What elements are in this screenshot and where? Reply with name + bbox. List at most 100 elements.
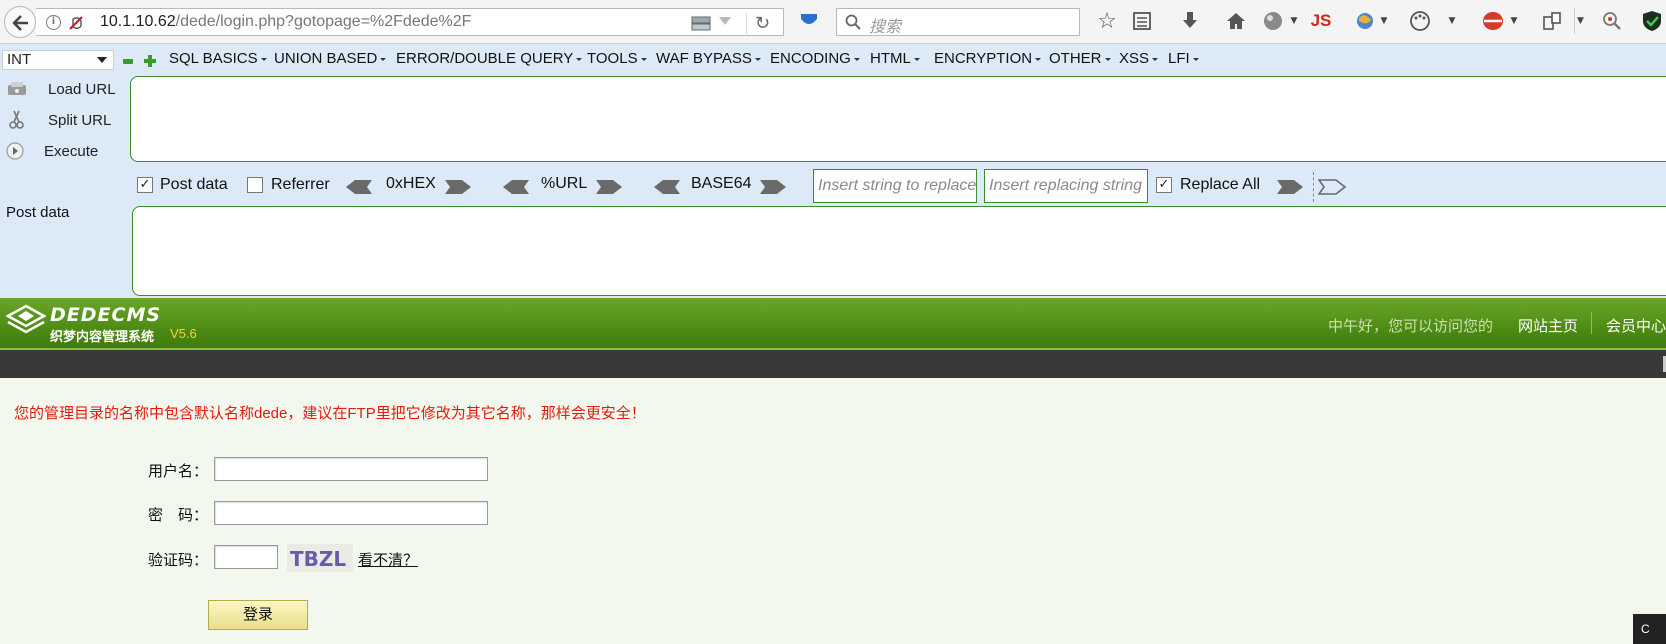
load-url-label: Load URL [48,80,116,98]
username-input[interactable] [214,457,488,481]
menu-html[interactable]: HTML [870,50,920,67]
back-arrow-icon [12,15,28,31]
menu-encoding[interactable]: ENCODING [770,50,860,67]
back-button[interactable] [4,6,36,38]
password-input[interactable] [214,501,488,525]
password-label: 密 码： [148,507,209,524]
search-bar[interactable]: 搜索 [836,8,1080,36]
login-button[interactable]: 登录 [208,600,308,630]
dede-header: DEDECMS 织梦内容管理系统 V5.6 中午好，您可以访问您的 网站主页 会… [0,298,1666,348]
captcha-input[interactable] [214,545,278,569]
hackbar-toggle-icon[interactable] [1478,8,1508,34]
devices-dropdown-icon[interactable]: ▼ [1574,8,1586,34]
menu-encryption[interactable]: ENCRYPTION [934,50,1041,67]
hex-encode-arrow-icon[interactable] [444,179,472,195]
inspector-icon[interactable] [1600,8,1624,34]
browser-toolbar: i 10.1.10.62/dede/login.php?gotopage=%2F… [0,0,1666,44]
username-label: 用户名： [148,463,209,480]
menu-error-double-query[interactable]: ERROR/DOUBLE QUERY [396,50,582,67]
decrease-icon[interactable] [123,59,133,64]
captcha-refresh-link[interactable]: 看不清？ [358,549,418,570]
flag-addon-icon[interactable] [1352,8,1378,34]
pocket-icon[interactable] [800,13,818,27]
url-label: %URL [541,175,588,192]
replace-all-label: Replace All [1180,176,1261,193]
replace-next-arrow-icon[interactable] [1318,179,1346,195]
globe-addon-dropdown-icon[interactable]: ▼ [1288,8,1300,34]
menu-tools[interactable]: TOOLS [587,50,647,67]
options-row: ✓ Post data Referrer 0xHEX %URL BASE64 I… [0,166,1666,206]
chevron-down-icon [97,57,107,63]
menu-sql-basics[interactable]: SQL BASICS [169,50,267,67]
member-center-link[interactable]: 会员中心 [1606,315,1666,336]
captcha-image[interactable]: TBZL [287,544,353,572]
captcha-label: 验证码： [148,552,209,569]
hackbar-dropdown-icon[interactable]: ▼ [1508,8,1520,34]
dropdown-history-icon[interactable] [719,17,731,25]
split-url-button[interactable]: Split URL [6,108,111,132]
shield-icon[interactable] [1640,8,1664,34]
flag-addon-dropdown-icon[interactable]: ▼ [1378,8,1390,34]
url-host: 10.1.10.62 [100,13,176,30]
menu-other[interactable]: OTHER [1049,50,1111,67]
dedecms-logo-icon [6,304,46,334]
load-url-button[interactable]: Load URL [6,77,116,101]
replacing-string-input[interactable]: Insert replacing string [984,169,1148,203]
taskbar-tag: C [1633,614,1666,644]
reload-icon[interactable]: ↻ [746,13,770,34]
replace-string-input[interactable]: Insert string to replace [813,169,977,203]
replace-all-checkbox[interactable]: ✓ [1156,177,1172,193]
url-text[interactable]: 10.1.10.62/dede/login.php?gotopage=%2Fde… [100,13,471,31]
url-encode-arrow-icon[interactable] [595,179,623,195]
hex-decode-arrow-icon[interactable] [345,179,373,195]
split-url-label: Split URL [48,111,112,129]
referrer-checkbox-label: Referrer [271,176,330,193]
dedecms-logo-subtitle: 织梦内容管理系统 [50,329,155,344]
load-url-icon [8,82,26,95]
search-icon [845,14,861,30]
url-path: /dede/login.php?gotopage=%2Fdede%2F [175,13,472,30]
menu-lfi[interactable]: LFI [1168,50,1199,67]
base64-decode-arrow-icon[interactable] [653,179,681,195]
replace-go-arrow-icon[interactable] [1276,179,1304,195]
menu-xss[interactable]: XSS [1119,50,1158,67]
base64-encode-arrow-icon[interactable] [759,179,787,195]
dede-nav-bar [0,348,1666,378]
post-data-checkbox[interactable]: ✓ [137,177,153,193]
network-icon[interactable] [691,15,711,31]
globe-addon-icon[interactable] [1258,8,1288,34]
security-warning: 您的管理目录的名称中包含默认名称dede，建议在FTP里把它修改为其它名称，那样… [14,405,646,422]
reader-list-icon[interactable] [1128,8,1156,34]
menu-waf-bypass[interactable]: WAF BYPASS [656,50,761,67]
dedecms-version: V5.6 [170,326,197,341]
menu-union-based[interactable]: UNION BASED [274,50,386,67]
js-switch-icon[interactable]: JS [1306,8,1336,34]
execute-button[interactable]: Execute [6,139,98,163]
home-icon[interactable] [1222,8,1250,34]
palette-dropdown-icon[interactable]: ▼ [1446,8,1458,34]
devices-icon[interactable] [1540,8,1564,34]
download-icon[interactable] [1176,8,1204,34]
bookmark-star-icon[interactable]: ☆ [1093,8,1121,34]
type-select[interactable]: INT [2,50,114,70]
site-home-link[interactable]: 网站主页 [1518,315,1578,336]
palette-icon[interactable] [1406,8,1434,34]
referrer-checkbox[interactable] [247,177,263,193]
hackbar-panel: INT SQL BASICS UNION BASED ERROR/DOUBLE … [0,44,1666,298]
increase-icon[interactable] [144,55,156,67]
scissors-icon [9,110,24,129]
post-data-checkbox-label: Post data [160,176,228,193]
login-area: 您的管理目录的名称中包含默认名称dede，建议在FTP里把它修改为其它名称，那样… [0,378,1666,644]
search-placeholder: 搜索 [869,19,902,36]
url-textarea[interactable] [130,76,1666,162]
post-data-textarea[interactable] [132,206,1666,296]
noscript-icon[interactable] [68,15,86,32]
url-bar[interactable]: i 10.1.10.62/dede/login.php?gotopage=%2F… [36,8,784,36]
info-icon[interactable]: i [46,15,61,30]
greeting-text: 中午好，您可以访问您的 [1328,318,1494,335]
url-decode-arrow-icon[interactable] [502,179,530,195]
post-data-label: Post data [6,204,70,221]
type-select-value: INT [7,51,32,68]
hex-label: 0xHEX [386,175,436,192]
captcha-glyphs: TBZL [290,547,346,571]
